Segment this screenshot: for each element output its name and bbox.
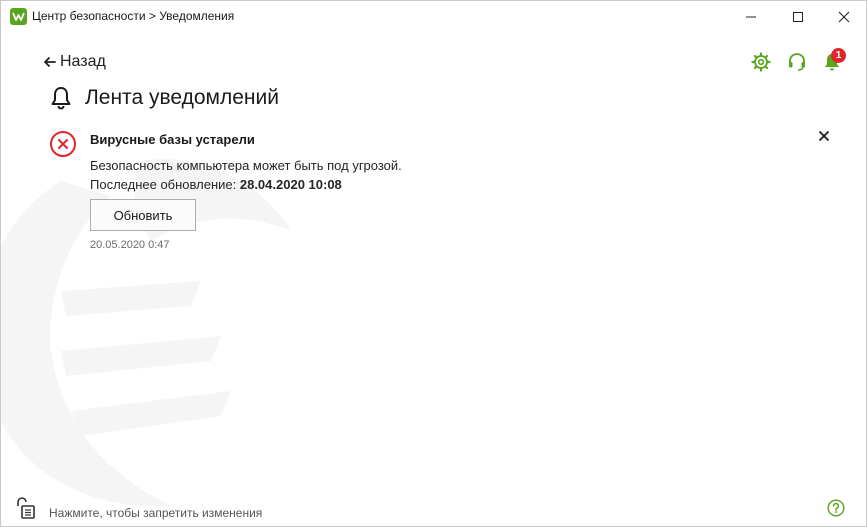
gear-icon[interactable]	[750, 51, 772, 73]
notification-body: Безопасность компьютера может быть под у…	[90, 156, 402, 194]
dr-web-logo-icon	[10, 8, 27, 25]
last-update-label: Последнее обновление:	[90, 177, 237, 192]
back-link[interactable]: Назад	[43, 53, 106, 71]
maximize-button[interactable]	[775, 1, 821, 32]
app-window: Центр безопасности > Уведомления Назад 1…	[0, 0, 867, 527]
notification-title: Вирусные базы устарели	[90, 132, 255, 147]
page-header: Лента уведомлений	[49, 85, 279, 111]
notification-message: Безопасность компьютера может быть под у…	[90, 158, 402, 173]
minimize-button[interactable]	[728, 1, 774, 32]
maximize-icon	[793, 11, 803, 22]
back-label: Назад	[60, 53, 106, 70]
update-button[interactable]: Обновить	[90, 199, 196, 231]
help-icon[interactable]	[827, 499, 845, 517]
error-circle-icon	[50, 131, 76, 157]
dismiss-notification-icon[interactable]	[816, 128, 832, 144]
arrow-left-icon	[44, 57, 56, 67]
last-update-value: 28.04.2020 10:08	[239, 177, 342, 192]
close-button[interactable]	[821, 1, 866, 32]
unlocked-padlock-icon[interactable]	[15, 496, 39, 520]
notification-timestamp: 20.05.2020 0:47	[90, 239, 170, 251]
lock-changes-link[interactable]: Нажмите, чтобы запретить изменения	[49, 506, 262, 520]
last-update-line: Последнее обновление: 28.04.2020 10:08	[90, 175, 402, 194]
notification-count-badge: 1	[831, 48, 846, 63]
window-title: Центр безопасности > Уведомления	[32, 9, 235, 23]
headset-icon[interactable]	[786, 51, 808, 73]
close-icon	[838, 11, 850, 22]
minimize-icon	[746, 16, 756, 17]
page-title: Лента уведомлений	[85, 86, 279, 109]
title-bar: Центр безопасности > Уведомления	[1, 1, 866, 32]
bell-outline-icon	[51, 87, 71, 110]
